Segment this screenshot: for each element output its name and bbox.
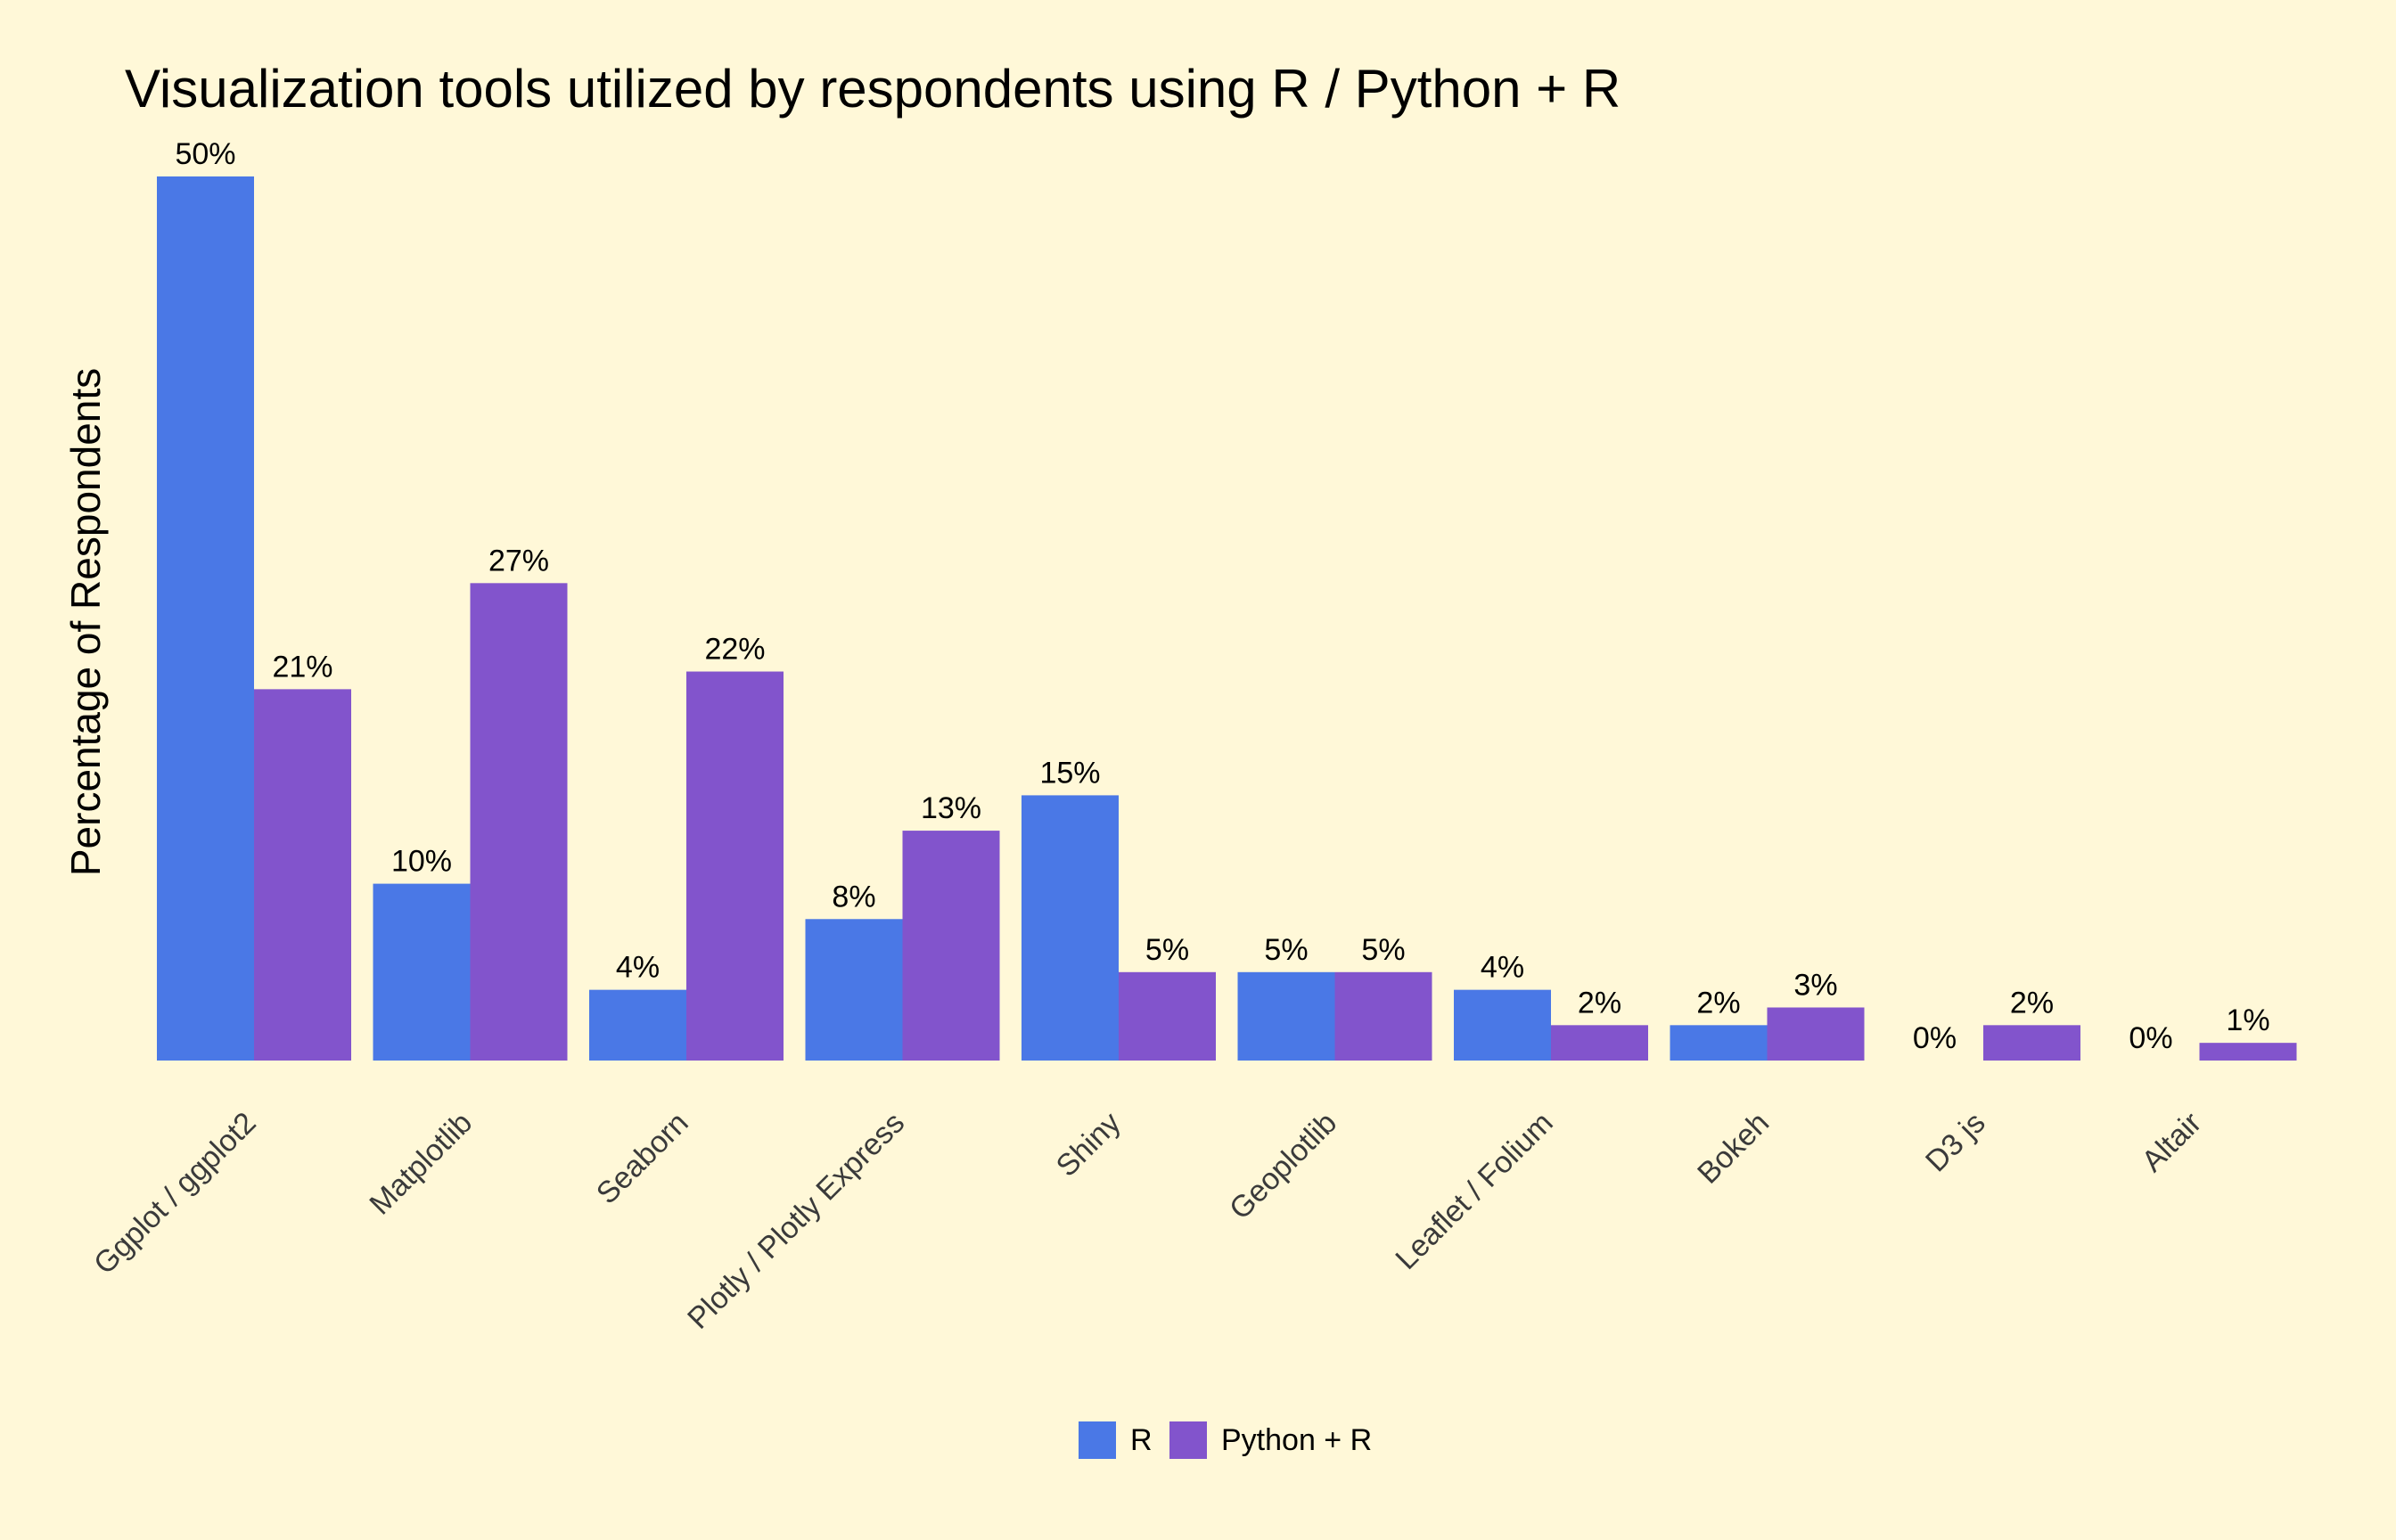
chart-background [0,0,2396,1540]
data-label-python-r-8: 2% [2010,986,2054,1020]
bar-python-r-4 [1119,971,1216,1061]
legend-swatch-python-r [1169,1421,1207,1459]
data-label-python-r-9: 1% [2226,1003,2269,1037]
bar-r-1 [373,883,471,1061]
legend-label-r: R [1130,1423,1153,1457]
data-label-r-4: 15% [1039,756,1100,790]
bar-r-3 [805,919,903,1061]
bar-r-2 [589,989,686,1061]
bar-r-0 [157,176,254,1061]
data-label-r-0: 50% [175,137,235,171]
data-label-r-9: 0% [2129,1021,2172,1055]
bar-python-r-6 [1551,1025,1648,1061]
data-label-python-r-0: 21% [272,650,332,684]
legend-label-python-r: Python + R [1221,1423,1372,1457]
bar-python-r-8 [1983,1025,2080,1061]
bar-python-r-9 [2199,1043,2297,1061]
bar-r-7 [1670,1025,1768,1061]
data-label-python-r-7: 3% [1793,968,1837,1002]
data-label-python-r-2: 22% [704,633,765,667]
data-label-r-7: 2% [1696,986,1740,1020]
data-label-python-r-6: 2% [1578,986,1621,1020]
chart-title: Visualization tools utilized by responde… [125,59,1621,119]
y-axis-title: Percentage of Respondents [62,368,109,876]
bar-r-6 [1454,989,1551,1061]
data-label-r-5: 5% [1264,933,1308,967]
bar-python-r-1 [470,583,568,1061]
bar-python-r-0 [254,689,351,1061]
data-label-r-3: 8% [832,880,875,913]
data-label-r-1: 10% [391,845,452,879]
data-label-python-r-1: 27% [488,544,549,578]
data-label-r-6: 4% [1481,951,1524,985]
data-label-python-r-5: 5% [1361,933,1405,967]
bar-python-r-2 [686,671,784,1061]
chart-root: Visualization tools utilized by responde… [0,0,2396,1540]
legend-swatch-r [1079,1421,1116,1459]
bar-python-r-3 [902,831,1000,1061]
bar-python-r-7 [1767,1007,1865,1061]
bar-r-5 [1237,971,1335,1061]
data-label-python-r-3: 13% [921,791,981,825]
data-label-r-8: 0% [1913,1021,1957,1055]
bar-r-4 [1022,795,1119,1061]
bar-chart: Visualization tools utilized by responde… [0,0,2396,1540]
bar-python-r-5 [1334,971,1432,1061]
data-label-r-2: 4% [616,951,660,985]
data-label-python-r-4: 5% [1145,933,1189,967]
